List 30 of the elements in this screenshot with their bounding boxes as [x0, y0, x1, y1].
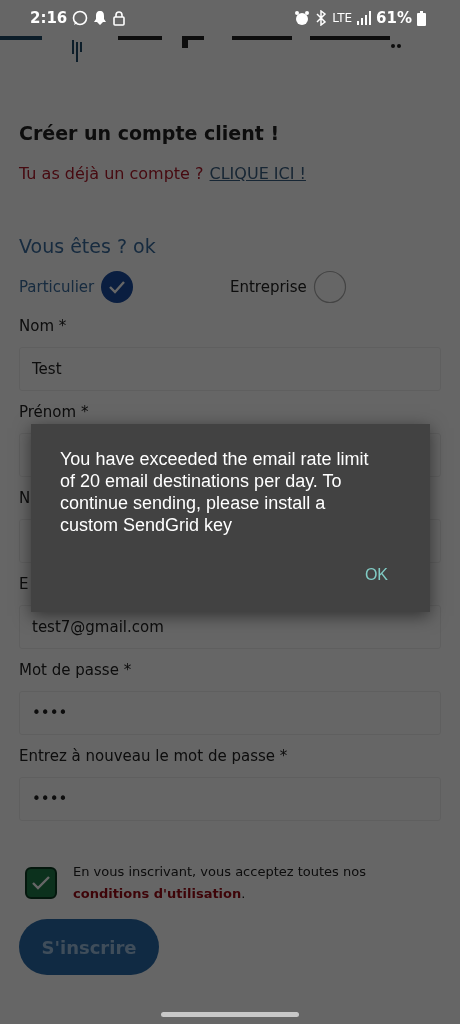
- bluetooth-icon: [315, 10, 328, 26]
- battery-level: 61%: [376, 9, 412, 27]
- checked-checkbox[interactable]: [25, 867, 57, 899]
- signal-icon: [357, 11, 372, 25]
- login-link[interactable]: CLIQUE ICI !: [209, 163, 306, 183]
- field-label: N: [19, 488, 31, 509]
- clock: 2:16: [30, 9, 68, 27]
- input-field[interactable]: Test: [19, 347, 441, 391]
- field-label: Nom *: [19, 316, 67, 337]
- radio-label: Entreprise: [230, 278, 307, 296]
- field-label: Entrez à nouveau le mot de passe *: [19, 746, 288, 767]
- battery-icon: [417, 10, 426, 26]
- checked-radio-icon[interactable]: [100, 270, 135, 304]
- input-field[interactable]: ••••: [19, 691, 441, 735]
- radio-icon[interactable]: [312, 270, 347, 304]
- page-title: Créer un compte client !: [19, 121, 281, 146]
- lock-icon: [112, 10, 127, 26]
- field-label: Mot de passe *: [19, 660, 132, 681]
- dialog-message: You have exceeded the email rate limit of 20 email destinations per day. To continue sending, please install a custom SendGrid key: [60, 448, 370, 536]
- login-prompt: Tu as déjà un compte ?: [19, 163, 204, 183]
- radio-label: Particulier: [19, 278, 95, 296]
- terms-text: En vous inscrivant, vous acceptez toutes nos conditions d'utilisation.: [73, 863, 367, 903]
- field-label: Prénom *: [19, 402, 89, 423]
- alarm-icon: [294, 10, 311, 26]
- section-heading: Vous êtes ? ok: [19, 234, 157, 259]
- chat-icon: [72, 10, 89, 26]
- input-field[interactable]: ••••: [19, 777, 441, 821]
- ok-button[interactable]: OK: [346, 562, 406, 588]
- network-label: LTE: [332, 11, 353, 25]
- field-label: E: [19, 574, 29, 595]
